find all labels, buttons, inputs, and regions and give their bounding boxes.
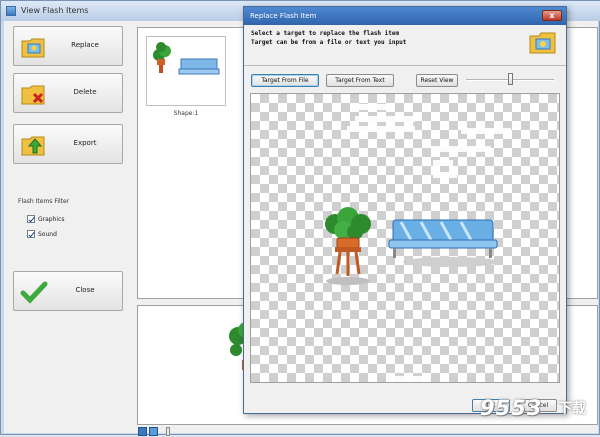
close-button-label: Close — [75, 286, 95, 294]
folder-replace-icon — [21, 38, 45, 58]
item-thumbnail[interactable] — [146, 36, 226, 106]
artifact-bar — [461, 128, 511, 134]
artifact-bar — [355, 104, 395, 110]
main-window-title: View Flash Items — [21, 6, 89, 15]
graphics-checkbox[interactable]: Graphics — [27, 214, 65, 224]
checkmark-icon — [20, 281, 48, 304]
artifact-bar — [347, 126, 415, 132]
watermark-label: 下载 — [558, 401, 586, 417]
filter-title: Flash Items Filter — [18, 198, 70, 205]
potted-plant-icon — [325, 207, 371, 285]
artifact-bar — [433, 160, 453, 166]
watermark-number: 9553 — [480, 396, 543, 420]
reset-view-button[interactable]: Reset View — [416, 74, 458, 87]
items-filter-group: Flash Items Filter Graphics Sound — [13, 198, 123, 248]
artifact-bar — [431, 146, 491, 152]
replace-button-label: Replace — [71, 41, 99, 49]
dialog-separator — [244, 65, 566, 66]
shape-preview-icon — [153, 42, 220, 75]
delete-button-label: Delete — [73, 88, 97, 96]
app-icon — [6, 6, 16, 16]
target-from-text-button[interactable]: Target From Text — [326, 74, 394, 87]
sound-check-icon — [27, 230, 35, 238]
artifact-bar — [433, 172, 457, 178]
instruction-line-2: Target can be from a file or text you in… — [251, 39, 407, 46]
dialog-close-button[interactable]: x — [542, 10, 562, 21]
zoom-slider-thumb[interactable] — [508, 73, 513, 85]
sofa-icon — [388, 219, 499, 267]
sound-checkbox[interactable]: Sound — [27, 229, 57, 239]
folder-replace-icon — [529, 32, 556, 54]
delete-button[interactable]: Delete — [13, 73, 123, 113]
dialog-instructions: Select a target to replace the flash ite… — [251, 29, 521, 47]
close-button[interactable]: Close — [13, 271, 123, 311]
artifact-bar — [391, 376, 431, 382]
instruction-line-1: Select a target to replace the flash ite… — [251, 30, 400, 37]
target-preview-canvas[interactable] — [250, 93, 560, 383]
export-button[interactable]: Export — [13, 124, 123, 164]
target-from-file-button[interactable]: Target From File — [251, 74, 319, 87]
playback-bar — [137, 427, 598, 437]
replace-dialog: Replace Flash Item x Select a target to … — [243, 6, 567, 414]
folder-export-icon — [21, 136, 45, 156]
graphics-checkbox-label: Graphics — [38, 215, 65, 223]
artifact-bar — [355, 116, 415, 122]
folder-delete-icon — [21, 85, 45, 105]
dialog-title: Replace Flash Item — [250, 12, 317, 20]
sound-checkbox-label: Sound — [38, 230, 57, 238]
item-thumbnail-label: Shape:1 — [173, 110, 199, 117]
graphics-check-icon — [27, 215, 35, 223]
replace-button[interactable]: Replace — [13, 26, 123, 66]
dialog-title-bar: Replace Flash Item x — [244, 7, 566, 25]
export-button-label: Export — [73, 139, 97, 147]
